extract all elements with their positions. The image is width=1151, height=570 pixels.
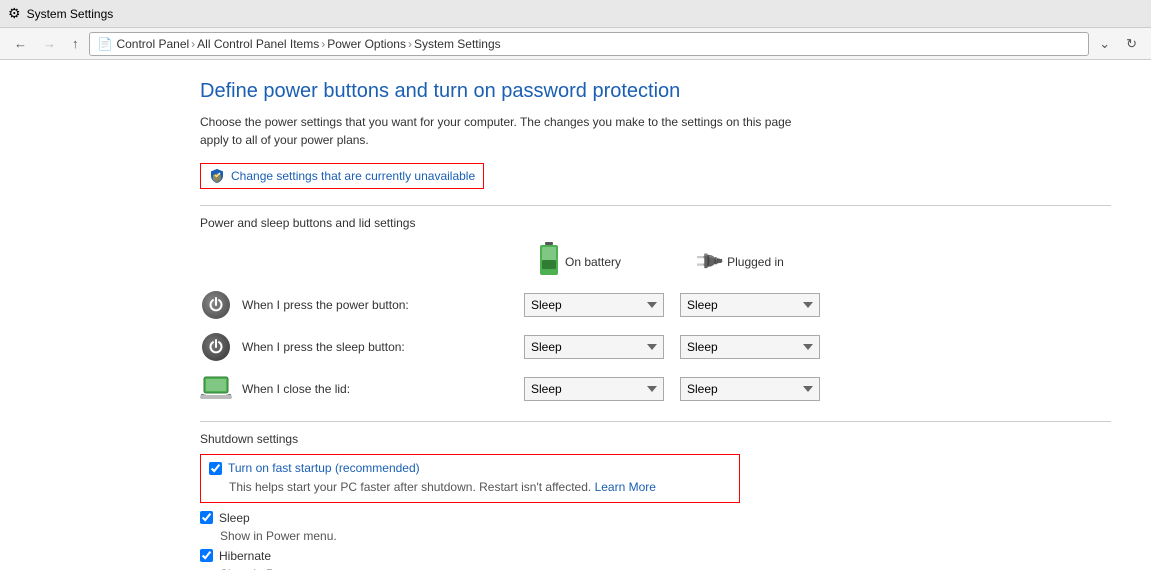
section-divider-2	[200, 421, 1111, 422]
shield-icon	[209, 168, 225, 184]
nav-bar: ← → ↑ 📄 Control Panel › All Control Pane…	[0, 28, 1151, 60]
breadcrumb-all-items[interactable]: All Control Panel Items	[197, 37, 319, 51]
learn-more-link[interactable]: Learn More	[595, 480, 656, 494]
battery-icon	[539, 242, 559, 281]
sleep-button-label: When I press the sleep button:	[242, 340, 514, 354]
power-button-plugged-dropdown[interactable]: Sleep Do nothing Hibernate Shut down	[680, 293, 820, 317]
sleep-button-row: When I press the sleep button: Sleep Do …	[200, 331, 820, 363]
sleep-button-dropdowns: Sleep Do nothing Hibernate Shut down Sle…	[524, 335, 820, 359]
fast-startup-box: Turn on fast startup (recommended) This …	[200, 454, 740, 503]
sleep-button-icon	[200, 331, 232, 363]
sleep-shutdown-description: Show in Power menu.	[220, 529, 1111, 543]
main-content: Define power buttons and turn on passwor…	[0, 60, 1151, 570]
hibernate-text: Hibernate	[219, 549, 271, 563]
battery-column-header: On battery	[500, 242, 660, 281]
sleep-shutdown-item: Sleep Show in Power menu.	[200, 511, 1111, 543]
lid-icon	[200, 373, 232, 405]
power-button-dropdowns: Sleep Do nothing Hibernate Shut down Sle…	[524, 293, 820, 317]
power-button-icon	[200, 289, 232, 321]
change-settings-link[interactable]: Change settings that are currently unava…	[200, 163, 484, 189]
window-icon: ⚙	[8, 5, 21, 22]
plugged-label: Plugged in	[727, 255, 784, 269]
section1-label: Power and sleep buttons and lid settings	[200, 216, 1111, 230]
plug-icon: 🔌	[691, 244, 726, 279]
hibernate-item: Hibernate Show in Power menu.	[200, 549, 1111, 570]
breadcrumb-control-panel[interactable]: Control Panel	[116, 37, 189, 51]
sleep-button-plugged-dropdown[interactable]: Sleep Do nothing Hibernate Shut down	[680, 335, 820, 359]
plugged-column-header: 🔌 Plugged in	[660, 242, 820, 281]
power-button-row: When I press the power button: Sleep Do …	[200, 289, 820, 321]
power-button-battery-dropdown[interactable]: Sleep Do nothing Hibernate Shut down	[524, 293, 664, 317]
lid-label: When I close the lid:	[242, 382, 514, 396]
sleep-shutdown-row: Sleep	[200, 511, 1111, 525]
fast-startup-row: Turn on fast startup (recommended)	[209, 461, 731, 475]
address-bar: 📄 Control Panel › All Control Panel Item…	[89, 32, 1090, 56]
breadcrumb-current: System Settings	[414, 37, 501, 51]
sleep-shutdown-checkbox[interactable]	[200, 511, 213, 524]
dropdown-button[interactable]: ⌄	[1093, 33, 1116, 55]
column-headers: On battery 🔌 Plugged in	[200, 242, 820, 281]
back-button[interactable]: ←	[8, 33, 33, 54]
fast-startup-description: This helps start your PC faster after sh…	[229, 479, 731, 496]
window-title: System Settings	[27, 7, 114, 21]
refresh-button[interactable]: ↻	[1120, 33, 1143, 55]
lid-battery-dropdown[interactable]: Sleep Do nothing Hibernate Shut down	[524, 377, 664, 401]
page-title: Define power buttons and turn on passwor…	[200, 80, 1111, 103]
shutdown-label: Shutdown settings	[200, 432, 1111, 446]
power-button-label: When I press the power button:	[242, 298, 514, 312]
hibernate-checkbox[interactable]	[200, 549, 213, 562]
lid-row: When I close the lid: Sleep Do nothing H…	[200, 373, 820, 405]
section-divider-1	[200, 205, 1111, 206]
lid-plugged-dropdown[interactable]: Sleep Do nothing Hibernate Shut down	[680, 377, 820, 401]
hibernate-row: Hibernate	[200, 549, 1111, 563]
title-bar: ⚙ System Settings	[0, 0, 1151, 28]
up-button[interactable]: ↑	[66, 33, 85, 54]
hibernate-label: Hibernate	[200, 549, 271, 563]
fast-startup-label: Turn on fast startup (recommended)	[209, 461, 420, 475]
shutdown-section: Shutdown settings Turn on fast startup (…	[200, 421, 1111, 570]
sleep-shutdown-text: Sleep	[219, 511, 250, 525]
fast-startup-checkbox[interactable]	[209, 462, 222, 475]
settings-table: On battery 🔌 Plugged in When I press the…	[200, 242, 820, 405]
fast-startup-text: Turn on fast startup (recommended)	[228, 461, 420, 475]
change-settings-text: Change settings that are currently unava…	[231, 169, 475, 183]
page-description: Choose the power settings that you want …	[200, 113, 800, 149]
battery-label: On battery	[565, 255, 621, 269]
breadcrumb-power-options[interactable]: Power Options	[327, 37, 406, 51]
forward-button[interactable]: →	[37, 33, 62, 54]
lid-dropdowns: Sleep Do nothing Hibernate Shut down Sle…	[524, 377, 820, 401]
sleep-shutdown-label: Sleep	[200, 511, 250, 525]
sleep-button-battery-dropdown[interactable]: Sleep Do nothing Hibernate Shut down	[524, 335, 664, 359]
